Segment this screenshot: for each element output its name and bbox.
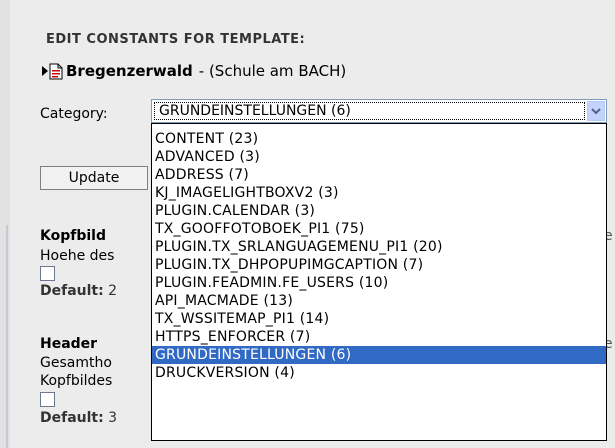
dropdown-option[interactable]: HTTPS_ENFORCER (7) — [152, 328, 606, 346]
dropdown-option[interactable]: PLUGIN.FEADMIN.FE_USERS (10) — [152, 274, 606, 292]
section-heading: EDIT CONSTANTS FOR TEMPLATE: — [46, 32, 306, 47]
category-select-value[interactable]: GRUNDEINSTELLUNGEN (6) — [154, 102, 585, 120]
category-dropdown-list[interactable]: CONTENT (23) ADVANCED (3) ADDRESS (7) KJ_IM… — [151, 123, 607, 441]
chevron-down-icon[interactable] — [587, 101, 605, 121]
dropdown-option[interactable]: PLUGIN.TX_DHPOPUPIMGCAPTION (7) — [152, 256, 606, 274]
category-select[interactable]: GRUNDEINSTELLUNGEN (6) — [151, 99, 607, 123]
field-description-line2: Kopfbildes — [40, 373, 113, 389]
dropdown-option[interactable]: PLUGIN.TX_SRLANGUAGEMENU_PI1 (20) — [152, 238, 606, 256]
field-checkbox[interactable] — [40, 266, 55, 281]
page-info: Bregenzerwald - (Schule am BACH) — [42, 62, 346, 80]
field-default: Default: 2 — [40, 283, 118, 299]
expand-arrow-icon[interactable] — [42, 66, 48, 76]
dropdown-option[interactable]: TX_GOOFFOTOBOEK_PI1 (75) — [152, 220, 606, 238]
dropdown-option[interactable]: CONTENT (23) — [152, 130, 606, 148]
dropdown-option[interactable]: API_MACMADE (13) — [152, 292, 606, 310]
dropdown-option[interactable]: PLUGIN.CALENDAR (3) — [152, 202, 606, 220]
dropdown-option[interactable]: ADDRESS (7) — [152, 166, 606, 184]
dropdown-option[interactable]: DRUCKVERSION (4) — [152, 364, 606, 382]
field-default: Default: 3 — [40, 410, 118, 426]
field-title-header: Header — [40, 336, 98, 352]
dropdown-option[interactable]: ADVANCED (3) — [152, 148, 606, 166]
dropdown-option[interactable]: GRUNDEINSTELLUNGEN (6) — [152, 346, 606, 364]
dropdown-option[interactable]: TX_WSSITEMAP_PI1 (14) — [152, 310, 606, 328]
category-label: Category: — [40, 106, 108, 122]
page-title[interactable]: Bregenzerwald — [66, 62, 193, 80]
page-subtitle: - (Schule am BACH) — [198, 62, 347, 80]
field-description: Gesamtho — [40, 355, 112, 371]
left-divider — [6, 225, 8, 448]
update-button[interactable]: Update — [40, 166, 148, 190]
field-title-kopfbild: Kopfbild — [40, 228, 106, 244]
field-checkbox[interactable] — [40, 392, 55, 407]
dropdown-option[interactable]: KJ_IMAGELIGHTBOXV2 (3) — [152, 184, 606, 202]
left-frame-strip — [0, 0, 10, 448]
field-description: Hoehe des — [40, 248, 115, 264]
page-icon — [49, 63, 63, 79]
